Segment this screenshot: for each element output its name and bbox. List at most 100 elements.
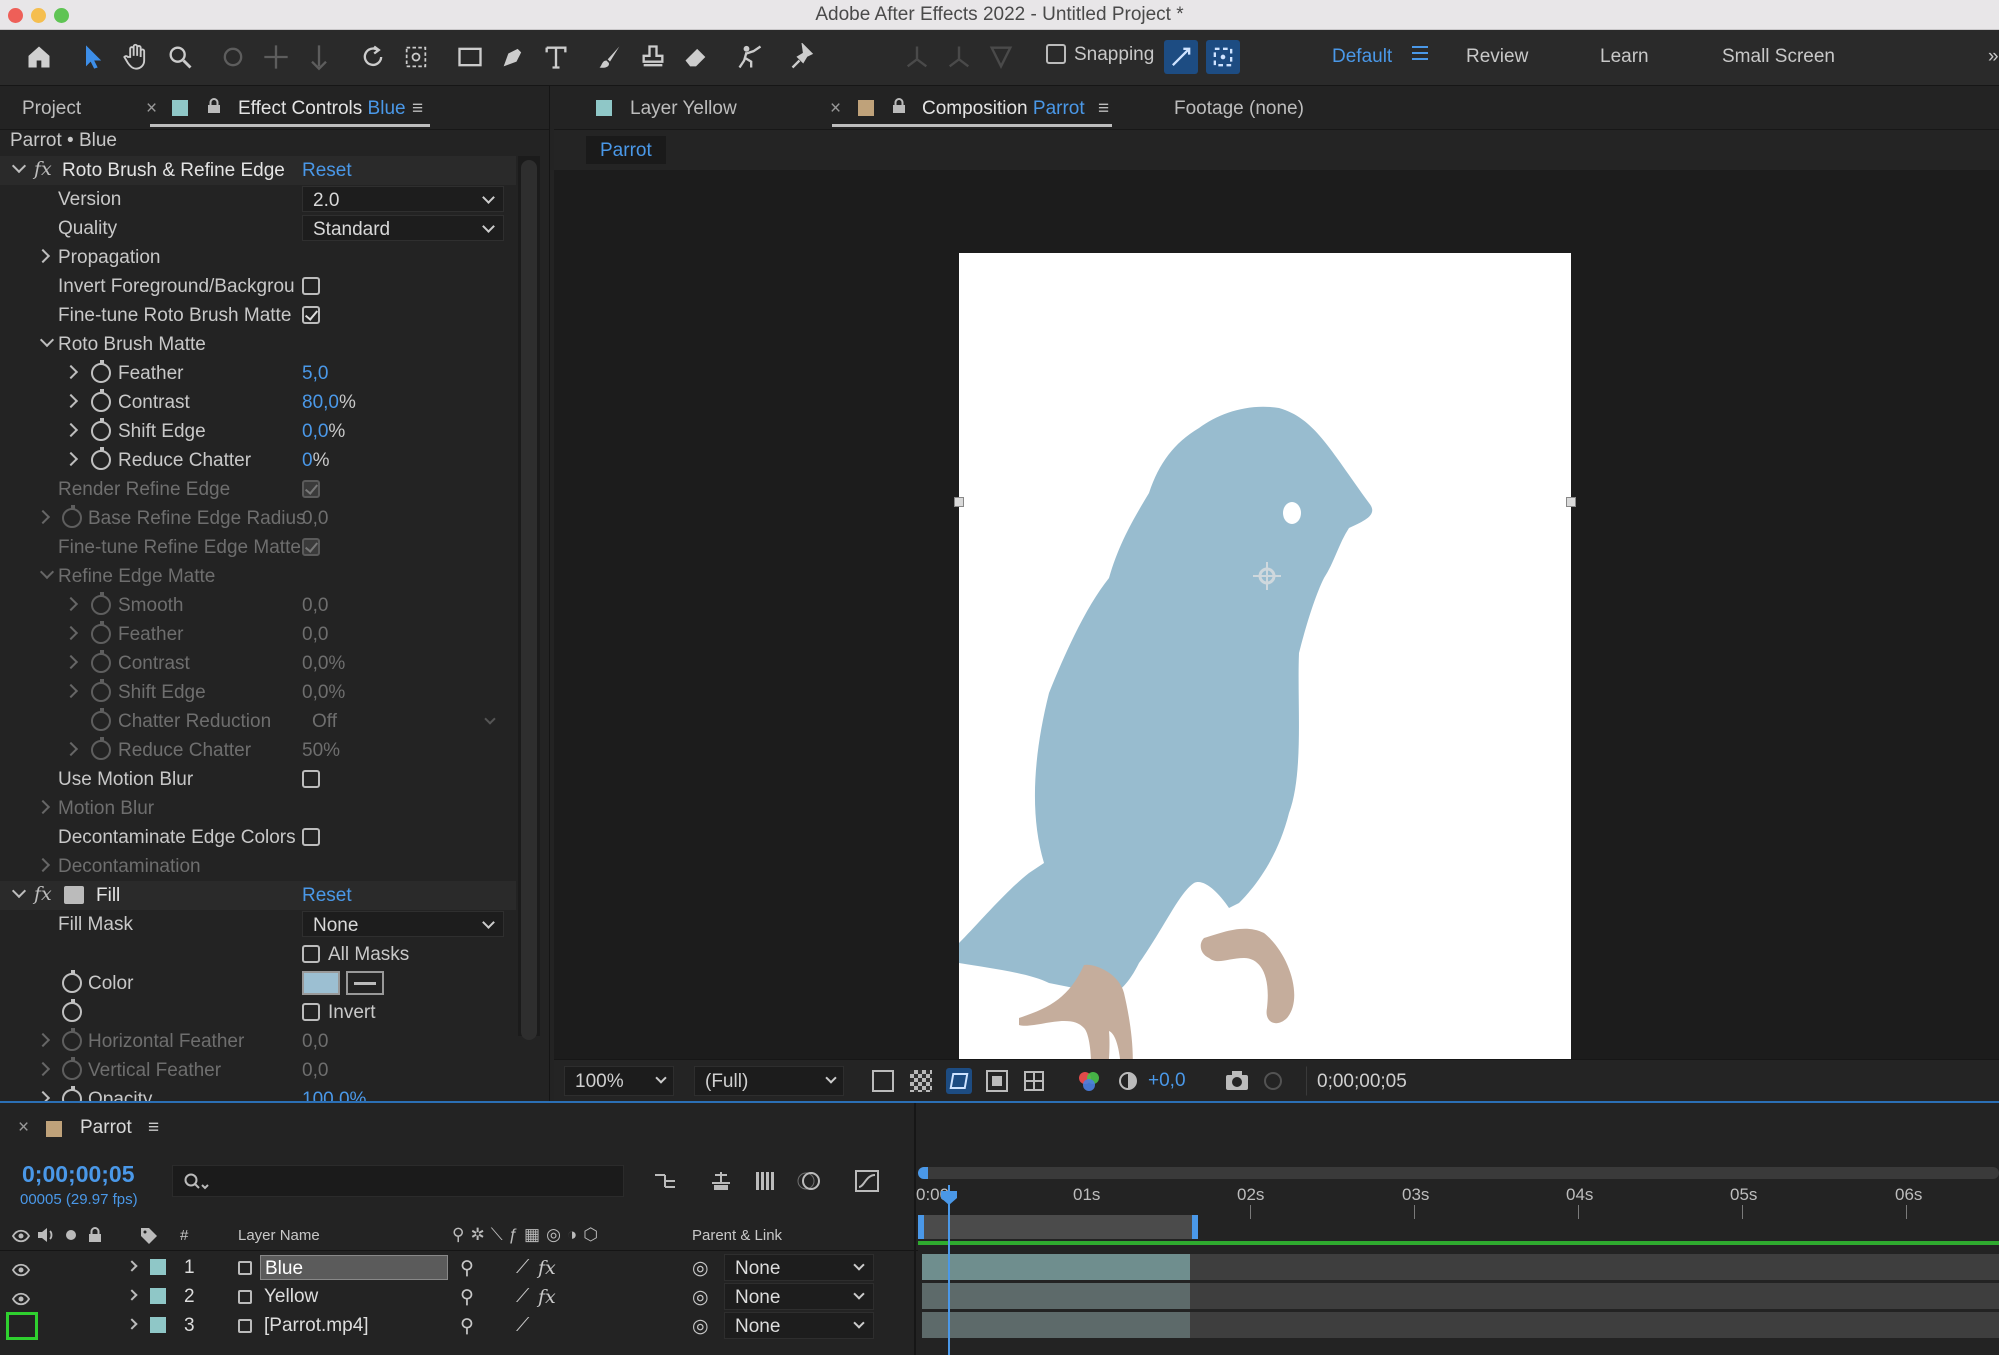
eye-icon[interactable]: [11, 1261, 31, 1277]
chevron-right-icon[interactable]: [63, 364, 79, 380]
refine-contrast-value[interactable]: 0,0%: [302, 653, 345, 675]
invert-fill-checkbox[interactable]: [302, 1003, 320, 1021]
stopwatch-icon[interactable]: [62, 1086, 82, 1101]
comp-canvas[interactable]: [959, 253, 1571, 1115]
composition-mini-flowchart-icon[interactable]: [652, 1169, 678, 1193]
roto-brush-icon[interactable]: [733, 40, 767, 74]
zoom-tool-icon[interactable]: [163, 40, 197, 74]
stopwatch-icon[interactable]: [62, 999, 82, 1022]
stopwatch-icon[interactable]: [91, 360, 111, 383]
close-tab-icon[interactable]: ×: [830, 98, 841, 120]
fx-switch-icon[interactable]: fx: [538, 1257, 556, 1279]
finetune-checkbox[interactable]: [302, 306, 320, 324]
mask-path-visibility-icon[interactable]: [946, 1068, 972, 1094]
fx-icon[interactable]: fx: [34, 158, 52, 180]
lock-icon[interactable]: [207, 98, 221, 120]
solo-icon[interactable]: [66, 1230, 76, 1240]
workspace-overflow-icon[interactable]: »: [1988, 46, 1999, 68]
layer-name-header[interactable]: Layer Name: [238, 1227, 320, 1244]
axis-world-icon[interactable]: [942, 40, 976, 74]
label-tag-icon[interactable]: [140, 1227, 158, 1245]
chevron-right-icon[interactable]: [63, 683, 79, 699]
layer-name-field[interactable]: Blue: [260, 1255, 448, 1280]
group-decontamination[interactable]: Decontamination: [0, 852, 516, 881]
fast-previews-icon[interactable]: [872, 1070, 894, 1092]
layer-bar-parrot[interactable]: [922, 1312, 1190, 1338]
scrollbar-thumb[interactable]: [521, 160, 537, 1040]
hand-tool-icon[interactable]: [119, 40, 153, 74]
stopwatch-icon[interactable]: [91, 621, 111, 644]
shy-switch-icon[interactable]: ⚲: [460, 1257, 474, 1280]
workspace-small-screen[interactable]: Small Screen: [1722, 46, 1835, 68]
lock-icon[interactable]: [88, 1227, 102, 1243]
group-roto-matte[interactable]: Roto Brush Matte: [0, 330, 516, 359]
panel-menu-icon[interactable]: ≡: [148, 1117, 159, 1139]
snap-features-icon[interactable]: [1206, 40, 1240, 74]
tab-footage[interactable]: Footage (none): [1174, 98, 1304, 120]
puppet-pin-icon[interactable]: [786, 40, 820, 74]
chevron-right-icon[interactable]: [63, 393, 79, 409]
contrast-field[interactable]: 80,0%: [302, 392, 356, 414]
fx-icon[interactable]: fx: [34, 883, 52, 905]
layer-bar-blue[interactable]: [922, 1254, 1190, 1280]
refine-feather-value[interactable]: 0,0: [302, 624, 328, 646]
workspace-learn[interactable]: Learn: [1600, 46, 1649, 68]
color-swatch[interactable]: [302, 971, 340, 995]
zoom-dropdown[interactable]: 100%: [564, 1066, 674, 1096]
axis-local-icon[interactable]: [900, 40, 934, 74]
snap-edges-icon[interactable]: [1164, 40, 1198, 74]
chevron-right-icon[interactable]: [126, 1318, 138, 1330]
transparency-grid-icon[interactable]: [910, 1070, 932, 1092]
anchor-point-icon[interactable]: [1249, 558, 1285, 594]
show-snapshot-icon[interactable]: [1262, 1070, 1284, 1092]
eye-icon[interactable]: [11, 1227, 31, 1243]
chevron-right-icon[interactable]: [63, 654, 79, 670]
shy-layers-icon[interactable]: [708, 1169, 734, 1193]
stopwatch-icon[interactable]: [62, 505, 82, 528]
layer-name[interactable]: Yellow: [264, 1286, 318, 1308]
panel-menu-icon[interactable]: ≡: [1098, 98, 1109, 120]
workspace-review[interactable]: Review: [1466, 46, 1528, 68]
quality-switch-icon[interactable]: ⟋: [516, 1257, 529, 1279]
snapping-checkbox[interactable]: [1046, 44, 1066, 64]
current-timecode[interactable]: 0;00;00;05: [22, 1161, 135, 1188]
speaker-icon[interactable]: [36, 1227, 56, 1243]
tab-project[interactable]: Project: [22, 98, 81, 120]
quality-switch-icon[interactable]: ⟋: [516, 1286, 529, 1308]
chevron-right-icon[interactable]: [35, 248, 51, 264]
selection-tool-icon[interactable]: [76, 40, 110, 74]
stopwatch-icon[interactable]: [91, 418, 111, 441]
base-radius-value[interactable]: 0,0: [302, 508, 328, 530]
stopwatch-icon[interactable]: [62, 1028, 82, 1051]
tab-effect-controls[interactable]: Effect Controls Blue: [238, 98, 406, 120]
chevron-down-icon[interactable]: [39, 332, 55, 348]
tab-layer-yellow[interactable]: Layer Yellow: [630, 98, 737, 120]
pickwhip-icon[interactable]: ◎: [692, 1315, 709, 1338]
rectangle-tool-icon[interactable]: [453, 40, 487, 74]
time-ruler[interactable]: 0:00 01s 02s 03s 04s 05s 06s: [916, 1163, 1999, 1223]
eraser-tool-icon[interactable]: [679, 40, 713, 74]
stopwatch-icon[interactable]: [91, 389, 111, 412]
chevron-right-icon[interactable]: [63, 625, 79, 641]
stopwatch-icon[interactable]: [91, 737, 111, 760]
quality-dropdown[interactable]: Standard: [302, 215, 504, 241]
reduce-chatter-value[interactable]: 0: [302, 450, 313, 471]
close-tab-icon[interactable]: ×: [146, 98, 157, 120]
layer-name[interactable]: [Parrot.mp4]: [264, 1315, 369, 1337]
effect-fill[interactable]: fx Fill Reset: [0, 881, 516, 910]
layer-row[interactable]: 2 Yellow ⚲ ⟋ fx ◎ None: [0, 1282, 918, 1311]
timeline-comp-name[interactable]: Parrot: [80, 1117, 132, 1139]
workspace-menu-icon[interactable]: [1412, 46, 1428, 60]
close-tab-icon[interactable]: ×: [18, 1117, 29, 1139]
pickwhip-icon[interactable]: ◎: [692, 1257, 709, 1280]
frame-blending-icon[interactable]: [752, 1169, 778, 1193]
finetune-refine-checkbox[interactable]: [302, 538, 320, 556]
eye-icon[interactable]: [11, 1290, 31, 1306]
layer-search-input[interactable]: [172, 1165, 624, 1197]
chevron-right-icon[interactable]: [35, 1032, 51, 1048]
stopwatch-icon[interactable]: [62, 970, 82, 993]
chevron-right-icon[interactable]: [35, 799, 51, 815]
graph-editor-icon[interactable]: [854, 1169, 880, 1193]
chevron-right-icon[interactable]: [63, 422, 79, 438]
group-refine-matte[interactable]: Refine Edge Matte: [0, 562, 516, 591]
